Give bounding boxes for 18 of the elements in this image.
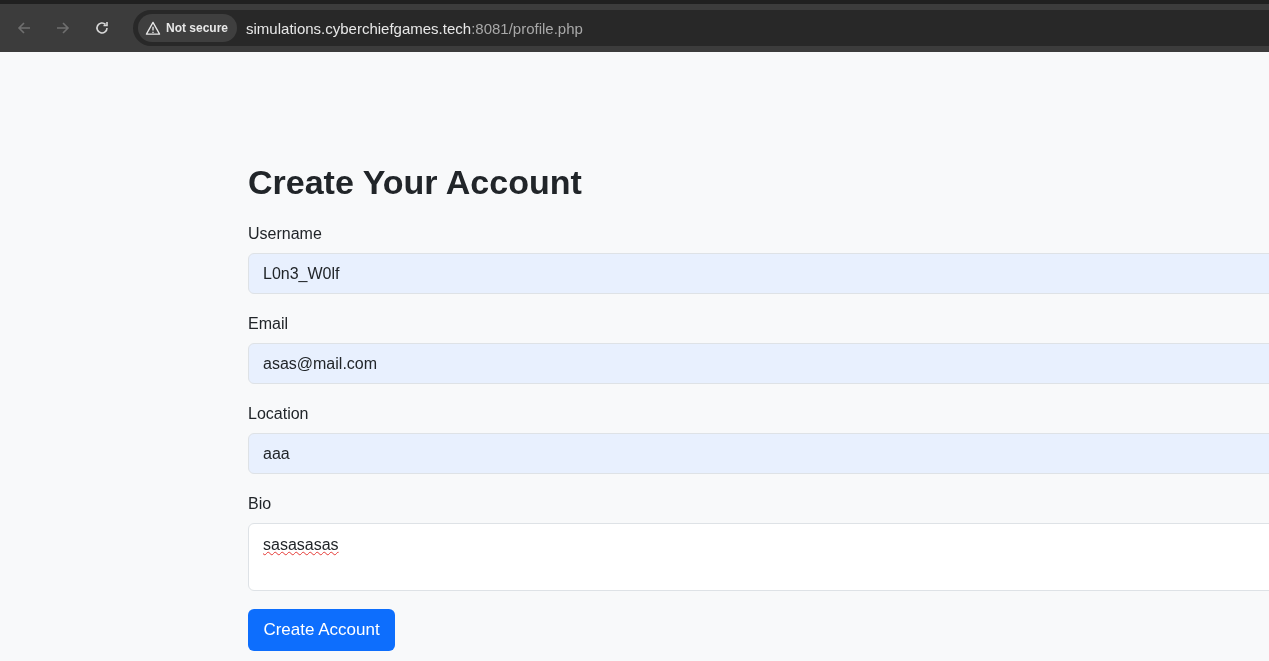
input-field[interactable]: aaa bbox=[248, 433, 1269, 474]
page-title: Create Your Account bbox=[248, 162, 583, 203]
field-label: Username bbox=[248, 224, 323, 244]
address-bar[interactable]: Not secure simulations.cyberchiefgames.tech:8081/profile.php bbox=[133, 10, 1269, 46]
field-label: Location bbox=[248, 404, 310, 424]
security-chip[interactable]: Not secure bbox=[138, 14, 238, 42]
forward-icon[interactable] bbox=[55, 20, 71, 36]
create-account-button[interactable]: Create Account bbox=[248, 609, 395, 651]
security-label: Not secure bbox=[166, 21, 229, 35]
reload-icon[interactable] bbox=[94, 20, 110, 36]
input-field[interactable]: L0n3_W0lf bbox=[248, 253, 1269, 294]
input-field[interactable]: asas@mail.com bbox=[248, 343, 1269, 384]
warning-icon bbox=[145, 20, 161, 36]
url-text: simulations.cyberchiefgames.tech:8081/profile.php bbox=[246, 19, 583, 37]
text-area[interactable]: sasasasas bbox=[248, 523, 1269, 591]
field-label: Email bbox=[248, 314, 289, 334]
field-label: Bio bbox=[248, 494, 273, 514]
back-icon[interactable] bbox=[16, 20, 32, 36]
